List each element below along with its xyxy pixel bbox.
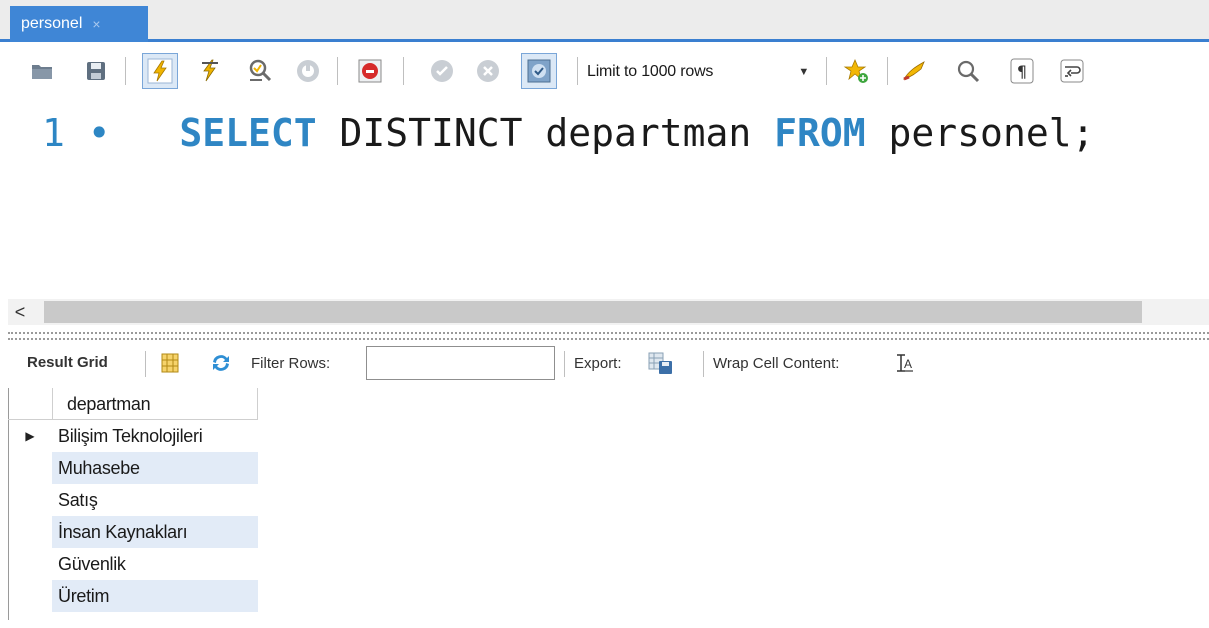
line-number: 1 — [42, 111, 65, 155]
column-header-departman[interactable]: departman — [52, 388, 258, 420]
keyword-select: SELECT — [179, 111, 317, 155]
folder-open-icon[interactable] — [28, 57, 56, 85]
scroll-left-icon[interactable]: < — [10, 300, 30, 324]
table-row[interactable]: Satış — [8, 484, 260, 516]
limit-rows-select[interactable]: Limit to 1000 rows ▼ — [587, 58, 821, 86]
toolbar-separator — [887, 57, 888, 85]
table-cell[interactable]: Bilişim Teknolojileri — [52, 420, 258, 452]
row-indicator — [8, 484, 52, 516]
toolbar-separator — [577, 57, 578, 85]
editor-toolbar: Limit to 1000 rows ▼ ¶ — [0, 45, 1209, 95]
toolbar-separator — [145, 351, 146, 377]
result-grid: departman ▶ Bilişim Teknolojileri Muhase… — [8, 388, 260, 612]
grid-columns-icon[interactable] — [157, 350, 183, 376]
row-indicator — [8, 516, 52, 548]
row-indicator — [8, 548, 52, 580]
table-cell[interactable]: Güvenlik — [52, 548, 258, 580]
row-indicator-header — [8, 388, 52, 420]
toolbar-separator — [564, 351, 565, 377]
toolbar-separator — [337, 57, 338, 85]
sql-editor[interactable]: 1 • SELECT DISTINCT departman FROM perso… — [0, 98, 1209, 296]
panel-splitter[interactable] — [8, 332, 1209, 340]
invisible-chars-icon[interactable]: ¶ — [1008, 57, 1036, 85]
find-icon[interactable] — [954, 57, 982, 85]
export-icon[interactable] — [648, 350, 674, 376]
line-marker: • — [87, 111, 111, 155]
table-cell[interactable]: İnsan Kaynakları — [52, 516, 258, 548]
filter-rows-input[interactable] — [366, 346, 555, 380]
word-wrap-icon[interactable] — [1058, 57, 1086, 85]
wrap-cell-icon[interactable]: A — [891, 350, 917, 376]
stop-icon[interactable] — [294, 57, 322, 85]
tab-personel[interactable]: personel × — [10, 6, 148, 42]
table-row[interactable]: Muhasebe — [8, 452, 260, 484]
horizontal-scrollbar[interactable]: < — [8, 299, 1209, 325]
table-row[interactable]: ▶ Bilişim Teknolojileri — [8, 420, 260, 452]
table-row[interactable]: Güvenlik — [8, 548, 260, 580]
toggle-error-icon[interactable] — [356, 57, 384, 85]
keyword-from: FROM — [774, 111, 866, 155]
code-line-1[interactable]: 1 • SELECT DISTINCT departman FROM perso… — [42, 110, 1094, 156]
execute-current-icon[interactable] — [196, 57, 224, 85]
commit-icon[interactable] — [428, 57, 456, 85]
table-cell[interactable]: Satış — [52, 484, 258, 516]
tab-bar: personel × — [0, 0, 1209, 42]
explain-icon[interactable] — [246, 57, 274, 85]
code-text: personel; — [865, 111, 1095, 155]
svg-text:A: A — [904, 357, 912, 371]
grid-header-row: departman — [8, 388, 260, 420]
table-row[interactable]: İnsan Kaynakları — [8, 516, 260, 548]
toolbar-separator — [403, 57, 404, 85]
result-toolbar: Result Grid Filter Rows: Export: Wrap Ce… — [8, 343, 1209, 383]
close-icon[interactable]: × — [92, 16, 100, 32]
toolbar-separator — [703, 351, 704, 377]
add-snippet-icon[interactable] — [842, 57, 870, 85]
execute-icon[interactable] — [142, 53, 178, 89]
refresh-icon[interactable] — [208, 350, 234, 376]
svg-text:¶: ¶ — [1017, 62, 1027, 81]
filter-rows-label: Filter Rows: — [251, 355, 331, 372]
rollback-icon[interactable] — [474, 57, 502, 85]
row-indicator — [8, 580, 52, 612]
result-grid-tab[interactable]: Result Grid — [27, 354, 108, 371]
table-cell[interactable]: Muhasebe — [52, 452, 258, 484]
chevron-down-icon: ▼ — [798, 66, 809, 78]
table-row[interactable]: Üretim — [8, 580, 260, 612]
row-indicator — [8, 452, 52, 484]
toolbar-separator — [826, 57, 827, 85]
scrollbar-thumb[interactable] — [44, 301, 1142, 323]
autocommit-icon[interactable] — [521, 53, 557, 89]
toolbar-separator — [125, 57, 126, 85]
limit-rows-label: Limit to 1000 rows — [587, 63, 714, 80]
table-cell[interactable]: Üretim — [52, 580, 258, 612]
save-icon[interactable] — [82, 57, 110, 85]
wrap-cell-content-label: Wrap Cell Content: — [713, 355, 840, 372]
code-text: DISTINCT departman — [316, 111, 775, 155]
export-label: Export: — [574, 355, 622, 372]
beautify-icon[interactable] — [900, 57, 928, 85]
tab-label: personel — [21, 15, 83, 32]
current-row-indicator-icon: ▶ — [25, 429, 35, 443]
